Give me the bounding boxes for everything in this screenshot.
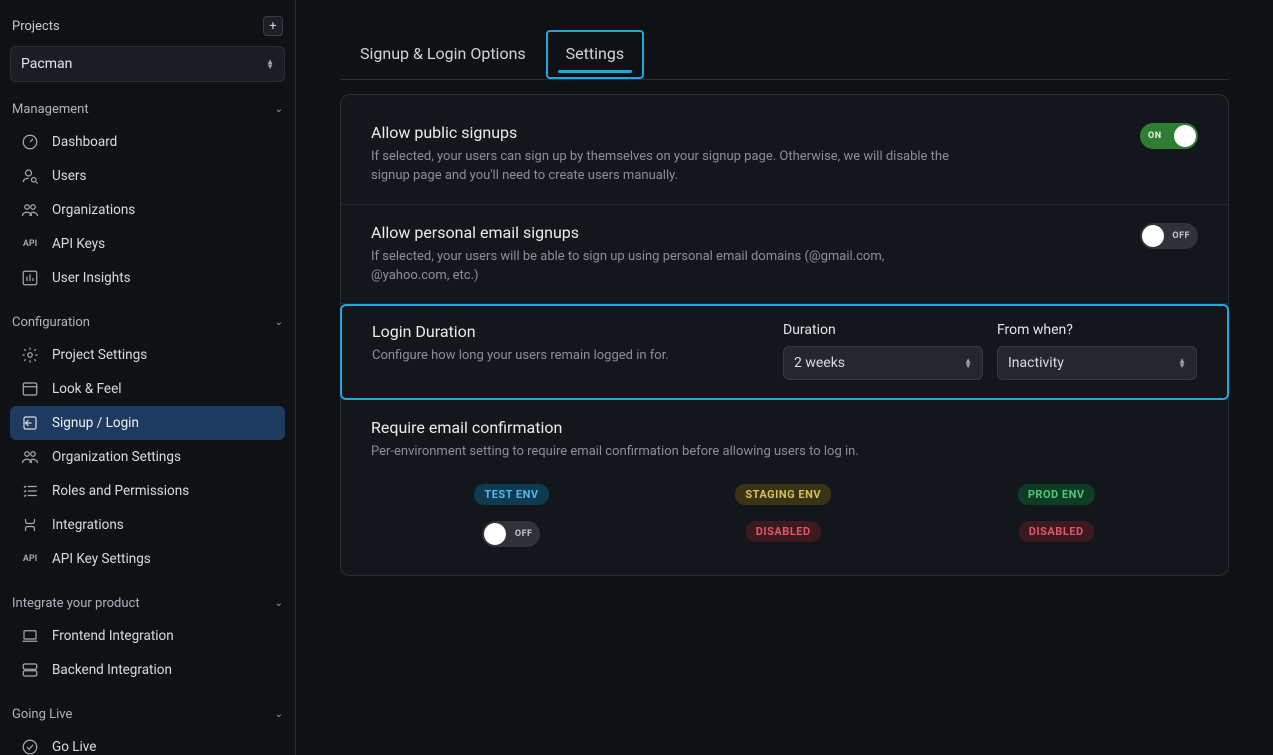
sidebar-item-user-insights[interactable]: User Insights xyxy=(10,261,285,295)
chevron-down-icon: ⌄ xyxy=(275,709,283,720)
setting-desc: If selected, your users can sign up by t… xyxy=(371,148,961,186)
setting-login-duration: Login Duration Configure how long your u… xyxy=(340,304,1229,400)
env-badge-staging: STAGING ENV xyxy=(735,484,831,505)
add-project-button[interactable]: + xyxy=(263,16,283,36)
sidebar-item-roles-permissions[interactable]: Roles and Permissions xyxy=(10,474,285,508)
duration-select[interactable]: 2 weeks ▲▼ xyxy=(783,346,983,380)
from-when-select[interactable]: Inactivity ▲▼ xyxy=(997,346,1197,380)
env-test: TEST ENV OFF xyxy=(474,484,548,547)
toggle-knob xyxy=(1142,225,1164,247)
setting-title: Require email confirmation xyxy=(371,418,1198,437)
setting-personal-email: Allow personal email signups If selected… xyxy=(341,205,1228,305)
sidebar-item-backend-integration[interactable]: Backend Integration xyxy=(10,653,285,687)
env-badge-prod: PROD ENV xyxy=(1018,484,1095,505)
setting-title: Login Duration xyxy=(372,322,763,341)
duration-label: Duration xyxy=(783,322,983,338)
tab-settings[interactable]: Settings xyxy=(546,30,644,79)
env-staging: STAGING ENV DISABLED xyxy=(735,484,831,547)
people-icon xyxy=(20,200,40,220)
chevron-down-icon: ⌄ xyxy=(275,104,283,115)
toggle-personal-email[interactable]: OFF xyxy=(1140,223,1198,249)
chevron-down-icon: ⌄ xyxy=(275,598,283,609)
sidebar-item-api-keys[interactable]: API API Keys xyxy=(10,227,285,261)
integration-icon xyxy=(20,515,40,535)
setting-email-confirmation: Require email confirmation Per-environme… xyxy=(341,400,1228,462)
section-header-configuration[interactable]: Configuration ⌄ xyxy=(10,295,285,338)
main-content: Signup & Login Options Settings Allow pu… xyxy=(296,0,1273,755)
toggle-knob xyxy=(484,523,506,545)
tabs: Signup & Login Options Settings xyxy=(340,30,1229,80)
settings-card: Allow public signups If selected, your u… xyxy=(340,94,1229,576)
chart-icon xyxy=(20,268,40,288)
project-selected-value: Pacman xyxy=(21,56,72,72)
api-icon: API xyxy=(20,234,40,254)
sidebar-item-organizations[interactable]: Organizations xyxy=(10,193,285,227)
check-circle-icon xyxy=(20,737,40,755)
sidebar-item-api-key-settings[interactable]: API API Key Settings xyxy=(10,542,285,576)
chevron-updown-icon: ▲▼ xyxy=(1178,358,1186,368)
setting-desc: Configure how long your users remain log… xyxy=(372,347,763,366)
laptop-icon xyxy=(20,626,40,646)
chevron-updown-icon: ▲▼ xyxy=(964,358,972,368)
user-search-icon xyxy=(20,166,40,186)
project-selector[interactable]: Pacman ▲▼ xyxy=(10,46,285,82)
sidebar-item-go-live[interactable]: Go Live xyxy=(10,730,285,755)
setting-desc: If selected, your users will be able to … xyxy=(371,248,961,286)
status-disabled: DISABLED xyxy=(1019,521,1094,542)
sidebar-item-look-feel[interactable]: Look & Feel xyxy=(10,372,285,406)
from-when-label: From when? xyxy=(997,322,1197,338)
window-icon xyxy=(20,379,40,399)
section-header-golive[interactable]: Going Live ⌄ xyxy=(10,687,285,730)
sidebar-item-frontend-integration[interactable]: Frontend Integration xyxy=(10,619,285,653)
env-row: TEST ENV OFF STAGING ENV DISABLED PROD E… xyxy=(341,462,1228,547)
toggle-knob xyxy=(1174,125,1196,147)
setting-title: Allow personal email signups xyxy=(371,223,1140,242)
projects-label: Projects xyxy=(12,19,60,34)
chevron-down-icon: ⌄ xyxy=(275,317,283,328)
server-icon xyxy=(20,660,40,680)
login-icon xyxy=(20,413,40,433)
setting-title: Allow public signups xyxy=(371,123,1140,142)
chevron-updown-icon: ▲▼ xyxy=(266,59,274,69)
sidebar-item-signup-login[interactable]: Signup / Login xyxy=(10,406,285,440)
setting-public-signups: Allow public signups If selected, your u… xyxy=(341,105,1228,205)
list-check-icon xyxy=(20,481,40,501)
section-header-management[interactable]: Management ⌄ xyxy=(10,82,285,125)
toggle-test-env[interactable]: OFF xyxy=(482,521,540,547)
sidebar-item-users[interactable]: Users xyxy=(10,159,285,193)
sidebar-item-project-settings[interactable]: Project Settings xyxy=(10,338,285,372)
setting-desc: Per-environment setting to require email… xyxy=(371,443,961,462)
sidebar-item-integrations[interactable]: Integrations xyxy=(10,508,285,542)
sidebar-item-org-settings[interactable]: Organization Settings xyxy=(10,440,285,474)
status-disabled: DISABLED xyxy=(746,521,821,542)
env-badge-test: TEST ENV xyxy=(474,484,548,505)
api-icon: API xyxy=(20,549,40,569)
toggle-public-signups[interactable]: ON xyxy=(1140,123,1198,149)
gear-icon xyxy=(20,345,40,365)
tab-signup-login-options[interactable]: Signup & Login Options xyxy=(340,30,546,79)
people-icon xyxy=(20,447,40,467)
env-prod: PROD ENV DISABLED xyxy=(1018,484,1095,547)
section-header-integrate[interactable]: Integrate your product ⌄ xyxy=(10,576,285,619)
gauge-icon xyxy=(20,132,40,152)
sidebar-item-dashboard[interactable]: Dashboard xyxy=(10,125,285,159)
sidebar: Projects + Pacman ▲▼ Management ⌄ Dashbo… xyxy=(0,0,296,755)
